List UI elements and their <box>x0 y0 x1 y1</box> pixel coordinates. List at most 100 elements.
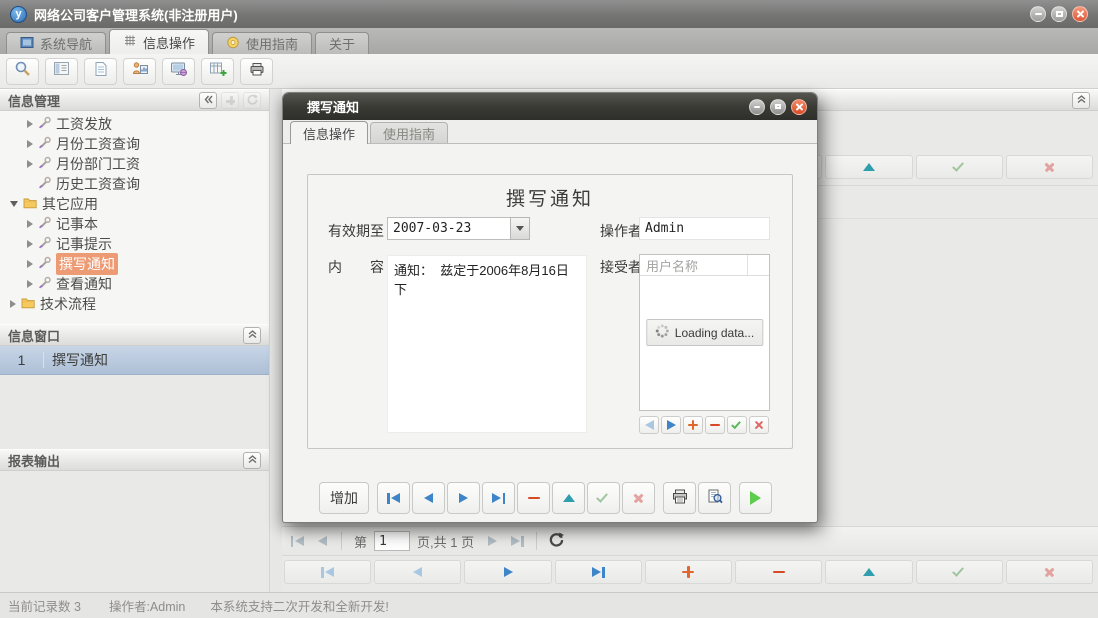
operator-field[interactable] <box>639 217 770 240</box>
execute-button[interactable] <box>739 482 772 514</box>
user-name-column-header[interactable]: 用户名称 <box>640 256 747 275</box>
tree-item[interactable]: 其它应用 <box>0 194 269 214</box>
tree-item[interactable]: 技术流程 <box>0 294 269 314</box>
collapse-arrow-icon[interactable] <box>10 201 18 207</box>
first-page-button[interactable] <box>286 530 308 552</box>
expand-arrow-icon[interactable] <box>27 120 33 128</box>
tree-item[interactable]: 查看通知 <box>0 274 269 294</box>
refresh-button[interactable] <box>545 530 567 552</box>
valid-until-combobox[interactable]: 2007-03-23 <box>387 217 530 240</box>
expand-arrow-icon[interactable] <box>27 160 33 168</box>
cancel-item-button[interactable] <box>749 416 769 434</box>
tab-user-guide[interactable]: 使用指南 <box>212 32 312 54</box>
confirm-button[interactable] <box>916 155 1003 179</box>
cancel-button[interactable] <box>622 482 655 514</box>
status-bar: 当前记录数 3 操作者:Admin 本系统支持二次开发和全新开发! <box>0 592 1098 618</box>
add-panel-button[interactable] <box>221 92 239 109</box>
edit-record-button[interactable] <box>825 155 912 179</box>
maximize-button[interactable] <box>1051 6 1067 22</box>
remote-view-button[interactable] <box>162 58 195 85</box>
tree-item-label: 记事本 <box>56 214 98 234</box>
info-management-header: 信息管理 <box>0 89 269 111</box>
tree-item[interactable]: 工资发放 <box>0 114 269 134</box>
expand-arrow-icon[interactable] <box>27 240 33 248</box>
row-index: 1 <box>0 352 44 368</box>
next-page-button[interactable] <box>481 530 503 552</box>
print-preview-button[interactable] <box>698 482 731 514</box>
application-window: y 网络公司客户管理系统(非注册用户) 系统导航 信息操作 使用指南 关于 <box>0 0 1098 618</box>
tab-info-operation[interactable]: 信息操作 <box>109 29 209 54</box>
next-record-button[interactable] <box>447 482 480 514</box>
refresh-icon <box>247 93 258 108</box>
page-number-input[interactable] <box>374 531 410 551</box>
search-button[interactable] <box>6 58 39 85</box>
table-add-button[interactable] <box>201 58 234 85</box>
collapse-left-button[interactable] <box>199 92 217 109</box>
close-button[interactable] <box>1072 6 1088 22</box>
tree-item-selected[interactable]: 撰写通知 <box>0 254 269 274</box>
expand-arrow-icon[interactable] <box>27 220 33 228</box>
first-icon <box>325 567 334 577</box>
document-button[interactable] <box>84 58 117 85</box>
tab-system-nav[interactable]: 系统导航 <box>6 32 106 54</box>
edit-record-button[interactable] <box>552 482 585 514</box>
print-button[interactable] <box>663 482 696 514</box>
confirm-button[interactable] <box>587 482 620 514</box>
info-window-row[interactable]: 1 撰写通知 <box>0 346 269 375</box>
prev-item-button[interactable] <box>639 416 659 434</box>
form-view-button[interactable] <box>45 58 78 85</box>
receiver-list[interactable]: 用户名称 Loading data... <box>639 254 770 411</box>
delete-record-button[interactable] <box>735 560 822 584</box>
tree-item[interactable]: 记事提示 <box>0 234 269 254</box>
operator-label: 操作者 <box>600 221 642 241</box>
add-item-button[interactable] <box>683 416 703 434</box>
search-icon <box>14 61 32 82</box>
minimize-button[interactable] <box>1030 6 1046 22</box>
edit-record-button[interactable] <box>825 560 912 584</box>
collapse-panel-button[interactable] <box>1072 92 1090 109</box>
dialog-maximize-button[interactable] <box>770 99 786 115</box>
tree-item[interactable]: 记事本 <box>0 214 269 234</box>
tree-item[interactable]: 月份工资查询 <box>0 134 269 154</box>
tab-about[interactable]: 关于 <box>315 32 369 54</box>
prev-page-button[interactable] <box>311 530 333 552</box>
next-record-button[interactable] <box>464 560 551 584</box>
add-button[interactable]: 增加 <box>319 482 369 514</box>
remove-item-button[interactable] <box>705 416 725 434</box>
last-record-button[interactable] <box>482 482 515 514</box>
prev-record-button[interactable] <box>374 560 461 584</box>
expand-arrow-icon[interactable] <box>10 300 16 308</box>
combo-dropdown-button[interactable] <box>510 217 530 240</box>
prev-record-button[interactable] <box>412 482 445 514</box>
expand-arrow-icon[interactable] <box>27 280 33 288</box>
dialog-tab-info-operation[interactable]: 信息操作 <box>290 121 368 144</box>
collapse-panel-button[interactable] <box>243 452 261 469</box>
accept-item-button[interactable] <box>727 416 747 434</box>
valid-until-value[interactable]: 2007-03-23 <box>387 217 510 240</box>
expand-arrow-icon[interactable] <box>27 140 33 148</box>
print-button[interactable] <box>240 58 273 85</box>
confirm-button[interactable] <box>916 560 1003 584</box>
tree-item-label: 技术流程 <box>40 294 96 314</box>
first-record-button[interactable] <box>284 560 371 584</box>
first-record-button[interactable] <box>377 482 410 514</box>
dialog-minimize-button[interactable] <box>749 99 765 115</box>
tree-item[interactable]: 历史工资查询 <box>0 174 269 194</box>
last-page-button[interactable] <box>506 530 528 552</box>
loading-text: Loading data... <box>675 326 754 340</box>
tree-item[interactable]: 月份部门工资 <box>0 154 269 174</box>
add-record-button[interactable] <box>645 560 732 584</box>
collapse-panel-button[interactable] <box>243 327 261 344</box>
last-record-button[interactable] <box>555 560 642 584</box>
receiver-list-header[interactable]: 用户名称 <box>640 255 769 276</box>
next-item-button[interactable] <box>661 416 681 434</box>
content-textarea[interactable]: 通知： 兹定于2006年8月16日下 <box>387 255 587 433</box>
dialog-close-button[interactable] <box>791 99 807 115</box>
delete-record-button[interactable] <box>517 482 550 514</box>
cancel-button[interactable] <box>1006 560 1093 584</box>
cancel-button[interactable] <box>1006 155 1093 179</box>
refresh-panel-button[interactable] <box>243 92 261 109</box>
dialog-tab-user-guide[interactable]: 使用指南 <box>370 122 448 143</box>
user-report-button[interactable] <box>123 58 156 85</box>
expand-arrow-icon[interactable] <box>27 260 33 268</box>
